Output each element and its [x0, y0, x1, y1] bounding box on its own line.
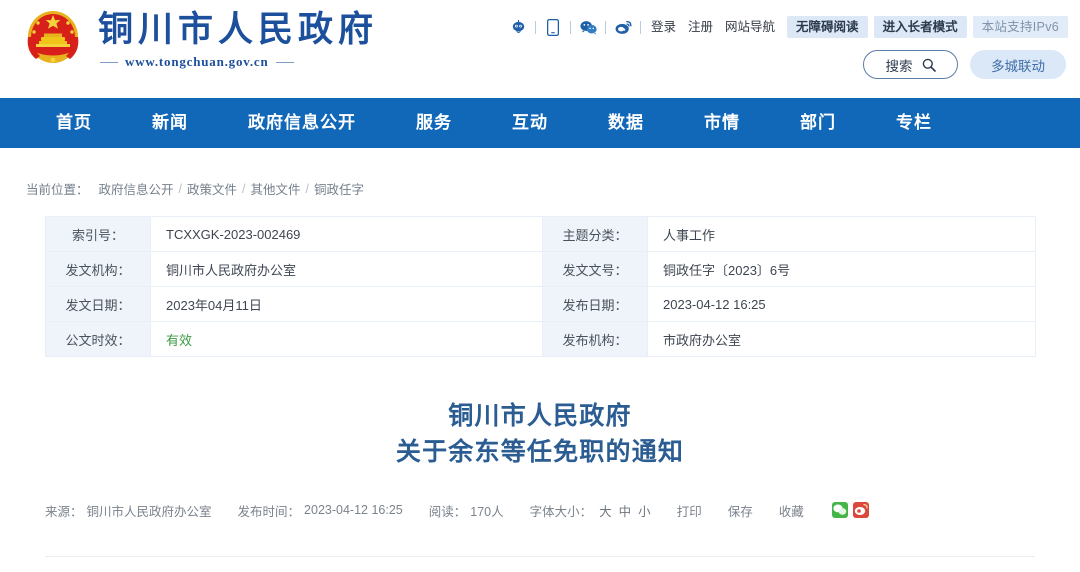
meta-key-validity: 公文时效： [45, 321, 151, 357]
nav-item-home[interactable]: 首页 [40, 98, 108, 148]
table-row: 发文机构： 铜川市人民政府办公室 发文文号： 铜政任字〔2023〕6号 [45, 251, 1036, 287]
nav-item-departments[interactable]: 部门 [784, 98, 852, 148]
breadcrumb-item-4[interactable]: 铜政任字 [314, 179, 364, 198]
meta-value-issuing-agency: 铜川市人民政府办公室 [150, 251, 543, 287]
article-publish-time: 发布时间： 2023-04-12 16:25 [238, 501, 403, 520]
national-emblem-icon [27, 11, 79, 63]
breadcrumb-separator: / [305, 181, 310, 196]
table-row: 发文日期： 2023年04月11日 发布日期： 2023-04-12 16:25 [45, 286, 1036, 322]
meta-value-publish-date: 2023-04-12 16:25 [647, 286, 1036, 322]
save-button[interactable]: 保存 [728, 501, 753, 520]
register-link[interactable]: 注册 [682, 16, 719, 38]
elder-mode-button[interactable]: 进入长者模式 [873, 15, 967, 39]
meta-key-issuing-agency: 发文机构： [45, 251, 151, 287]
mobile-phone-icon[interactable] [540, 16, 566, 38]
document-metadata-section: 索引号： TCXXGK-2023-002469 主题分类： 人事工作 发文机构：… [0, 198, 1080, 357]
meta-key-issue-date: 发文日期： [45, 286, 151, 322]
nav-item-services[interactable]: 服务 [400, 98, 468, 148]
breadcrumb-item-1[interactable]: 政府信息公开 [99, 179, 174, 198]
nav-item-data[interactable]: 数据 [592, 98, 660, 148]
robot-assistant-icon[interactable] [505, 16, 531, 38]
publish-time-label: 发布时间： [237, 504, 301, 519]
meta-key-index-number: 索引号： [45, 216, 151, 252]
nav-item-government-info[interactable]: 政府信息公开 [232, 98, 372, 148]
page-root: 铜川市人民政府 www.tongchuan.gov.cn 登录 注册 网站导航 … [0, 0, 1080, 572]
article-view-count: 阅读： 170人 [429, 501, 504, 520]
site-header: 铜川市人民政府 www.tongchuan.gov.cn 登录 注册 网站导航 … [0, 0, 1080, 98]
breadcrumb: 当前位置： 政府信息公开 / 政策文件 / 其他文件 / 铜政任字 [0, 148, 1080, 198]
favorite-button[interactable]: 收藏 [779, 501, 804, 520]
site-url: www.tongchuan.gov.cn [125, 54, 269, 70]
font-size-control: 字体大小： 大 中 小 [530, 501, 651, 520]
nav-item-columns[interactable]: 专栏 [880, 98, 948, 148]
multi-city-button[interactable]: 多城联动 [970, 50, 1066, 79]
utility-bar: 登录 注册 网站导航 无障碍阅读 进入长者模式 本站支持IPv6 [505, 14, 1068, 40]
url-rule-left [100, 61, 118, 63]
font-size-medium-button[interactable]: 中 [619, 501, 632, 520]
article-source: 来源： 铜川市人民政府办公室 [45, 501, 212, 520]
accessibility-reading-button[interactable]: 无障碍阅读 [787, 15, 868, 39]
search-icon [922, 58, 936, 72]
article-info-bar: 来源： 铜川市人民政府办公室 发布时间： 2023-04-12 16:25 阅读… [45, 492, 1035, 528]
meta-key-document-number: 发文文号： [542, 251, 648, 287]
search-label: 搜索 [885, 58, 913, 74]
main-navigation: 首页 新闻 政府信息公开 服务 互动 数据 市情 部门 专栏 [0, 98, 1080, 148]
utility-separator [605, 20, 606, 34]
meta-value-index-number: TCXXGK-2023-002469 [150, 216, 543, 252]
page-title-line-1: 铜川市人民政府 [448, 402, 632, 430]
breadcrumb-item-3[interactable]: 其他文件 [251, 179, 301, 198]
meta-value-document-number: 铜政任字〔2023〕6号 [647, 251, 1036, 287]
views-value: 170人 [470, 504, 504, 519]
page-title-line-2: 关于余东等任免职的通知 [395, 437, 685, 466]
breadcrumb-separator: / [242, 181, 246, 196]
site-title: 铜川市人民政府 [98, 9, 379, 49]
share-icon-group [831, 502, 869, 518]
utility-separator [570, 20, 571, 34]
document-metadata-table: 索引号： TCXXGK-2023-002469 主题分类： 人事工作 发文机构：… [45, 216, 1036, 357]
brand-text-block: 铜川市人民政府 www.tongchuan.gov.cn [98, 8, 378, 70]
url-rule-right [275, 61, 294, 63]
wechat-icon[interactable] [575, 16, 601, 38]
nav-item-news[interactable]: 新闻 [136, 98, 204, 148]
search-row: 搜索 多城联动 [863, 50, 1066, 79]
meta-value-publishing-agency: 市政府办公室 [647, 321, 1036, 357]
meta-value-issue-date: 2023年04月11日 [150, 286, 543, 322]
breadcrumb-item-2[interactable]: 政策文件 [187, 179, 237, 198]
site-nav-link[interactable]: 网站导航 [719, 16, 781, 38]
weibo-share-icon[interactable] [852, 502, 869, 518]
meta-key-publishing-agency: 发布机构： [542, 321, 648, 357]
site-url-row: www.tongchuan.gov.cn [98, 54, 378, 70]
breadcrumb-separator: / [178, 181, 183, 196]
site-brand[interactable]: 铜川市人民政府 www.tongchuan.gov.cn [22, 7, 378, 71]
content-divider [45, 556, 1035, 557]
source-value: 铜川市人民政府办公室 [86, 504, 212, 519]
table-row: 公文时效： 有效 发布机构： 市政府办公室 [45, 321, 1036, 357]
ipv6-support-badge: 本站支持IPv6 [972, 15, 1068, 39]
utility-separator [640, 20, 641, 34]
utility-separator [535, 20, 536, 34]
meta-key-topic-category: 主题分类： [542, 216, 648, 252]
nav-item-interaction[interactable]: 互动 [496, 98, 564, 148]
weibo-icon[interactable] [610, 16, 636, 38]
login-link[interactable]: 登录 [645, 16, 682, 38]
font-size-large-button[interactable]: 大 [599, 501, 612, 520]
nav-item-city-profile[interactable]: 市情 [688, 98, 756, 148]
views-label: 阅读： [428, 504, 467, 519]
breadcrumb-label: 当前位置： [26, 183, 89, 197]
page-title: 铜川市人民政府 关于余东等任免职的通知 [0, 399, 1080, 470]
meta-key-publish-date: 发布日期： [542, 286, 648, 322]
font-size-small-button[interactable]: 小 [638, 501, 651, 520]
meta-value-topic-category: 人事工作 [647, 216, 1036, 252]
source-label: 来源： [45, 504, 83, 519]
font-size-label: 字体大小： [529, 504, 593, 519]
wechat-share-icon[interactable] [831, 502, 848, 518]
table-row: 索引号： TCXXGK-2023-002469 主题分类： 人事工作 [45, 216, 1036, 252]
meta-value-validity: 有效 [150, 321, 543, 357]
print-button[interactable]: 打印 [677, 501, 702, 520]
publish-time-value: 2023-04-12 16:25 [304, 503, 403, 517]
search-button[interactable]: 搜索 [863, 50, 958, 79]
